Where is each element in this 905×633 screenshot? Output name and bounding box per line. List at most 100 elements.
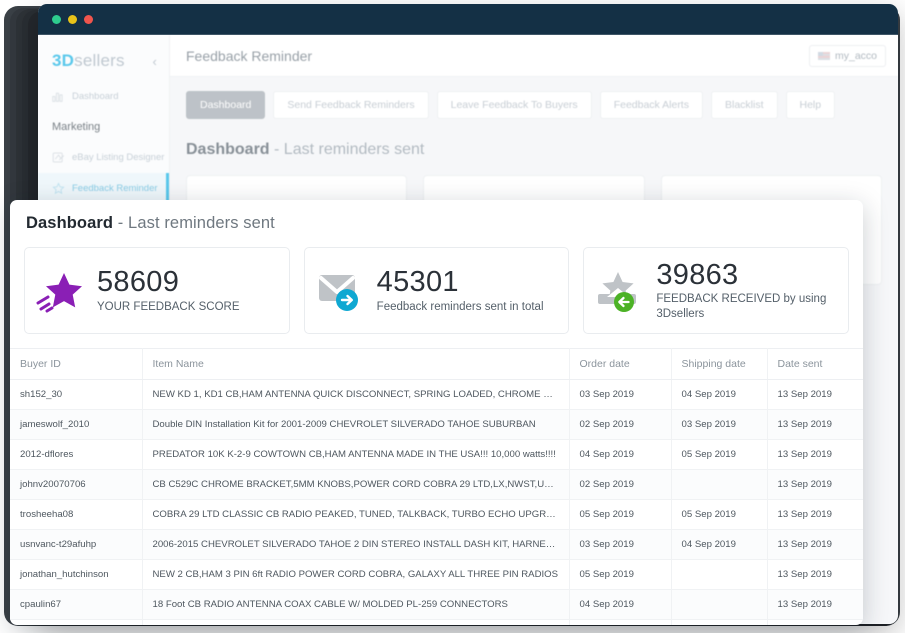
brand-light: sellers (74, 51, 125, 70)
table-row[interactable]: sh152_30 NEW KD 1, KD1 CB,HAM ANTENNA QU… (10, 379, 863, 411)
sidebar-item-label: Feedback Reminder (72, 183, 158, 194)
stat-label: YOUR FEEDBACK SCORE (97, 300, 240, 313)
cell-item-name: CB RADIO 2 FIRESTIK FL3 3FT BLACK ANTENN… (142, 619, 570, 625)
cell-date-sent: 13 Sep 2019 (767, 379, 863, 411)
cell-date-sent: 13 Sep 2019 (767, 529, 863, 561)
cell-buyer-id: jameswolf_2010 (10, 409, 143, 441)
column-header-date-sent[interactable]: Date sent (767, 348, 863, 381)
account-label: my_acco (834, 49, 877, 62)
cell-buyer-id: jonathan_hutchinson (10, 559, 143, 591)
panel-heading-bold: Dashboard (26, 214, 114, 232)
panel-heading: Dashboard - Last reminders sent (10, 200, 863, 233)
table-row[interactable]: 2012-dflores PREDATOR 10K K-2-9 COWTOWN … (10, 439, 863, 471)
cell-date-sent: 13 Sep 2019 (767, 409, 863, 441)
tab-dashboard[interactable]: Dashboard (186, 91, 266, 119)
window-maximize-dot[interactable] (68, 15, 77, 24)
bar-chart-icon (52, 92, 63, 102)
column-header-order-date[interactable]: Order date (569, 348, 672, 381)
cell-shipping-date: 04 Sep 2019 (671, 529, 768, 561)
table-header-row: Buyer ID Item Name Order date Shipping d… (10, 348, 863, 381)
brand-bold: 3D (52, 51, 75, 70)
stat-card-feedback-received: 39863 FEEDBACK RECEIVED by using 3Dselle… (583, 247, 850, 335)
tab-blacklist[interactable]: Blacklist (710, 91, 778, 119)
cell-item-name: CB C529C CHROME BRACKET,5MM KNOBS,POWER … (142, 469, 570, 501)
table-row[interactable]: jameswolf_2010 Double DIN Installation K… (10, 409, 863, 441)
cell-item-name: 2006-2015 CHEVROLET SILVERADO TAHOE 2 DI… (142, 529, 570, 561)
chevron-left-icon[interactable]: ‹ (152, 54, 157, 69)
stat-value: 39863 (656, 259, 739, 291)
cell-order-date: 05 Sep 2019 (569, 499, 672, 531)
tab-bar: Dashboard Send Feedback Reminders Leave … (170, 77, 898, 119)
cell-order-date: 04 Sep 2019 (569, 589, 672, 621)
cell-item-name: Double DIN Installation Kit for 2001-200… (142, 409, 570, 441)
cell-buyer-id: haycro63 (10, 619, 143, 625)
stat-value: 45301 (376, 266, 459, 299)
cell-shipping-date: 05 Sep 2019 (671, 439, 768, 471)
sidebar-item-ebay-listing-designer[interactable]: eBay Listing Designer (38, 142, 169, 173)
sidebar-item-label: Dashboard (72, 91, 119, 102)
sidebar-section-marketing: Marketing (38, 112, 169, 142)
table-row[interactable]: usnvanc-t29afuhp 2006-2015 CHEVROLET SIL… (10, 529, 863, 561)
cell-item-name: COBRA 29 LTD CLASSIC CB RADIO PEAKED, TU… (142, 499, 570, 531)
column-header-item-name[interactable]: Item Name (142, 348, 570, 381)
table-row[interactable]: cpaulin67 18 Foot CB RADIO ANTENNA COAX … (10, 589, 863, 621)
cell-date-sent: 13 Sep 2019 (767, 499, 863, 531)
account-selector[interactable]: my_acco (808, 44, 886, 67)
cell-buyer-id: usnvanc-t29afuhp (10, 529, 143, 561)
window-close-dot[interactable] (84, 15, 93, 24)
cell-order-date: 04 Sep 2019 (569, 439, 672, 471)
tab-leave-feedback-to-buyers[interactable]: Leave Feedback To Buyers (436, 91, 592, 119)
cell-order-date: 28 Aug 2019 (569, 619, 672, 625)
stat-card-feedback-score: 58609 YOUR FEEDBACK SCORE (24, 247, 290, 335)
cell-order-date: 03 Sep 2019 (569, 529, 672, 561)
table-row[interactable]: trosheeha08 COBRA 29 LTD CLASSIC CB RADI… (10, 499, 863, 531)
page-title: Feedback Reminder (186, 47, 313, 64)
envelope-sent-icon (315, 267, 367, 315)
cell-shipping-date (671, 469, 768, 501)
background-heading-rest: - Last reminders sent (269, 141, 425, 158)
background-heading-bold: Dashboard (186, 141, 270, 158)
stat-value: 58609 (97, 266, 180, 299)
browser-titlebar (38, 4, 898, 35)
reminders-table: Buyer ID Item Name Order date Shipping d… (10, 348, 863, 625)
dashboard-panel: Dashboard - Last reminders sent 58609 YO… (10, 200, 863, 625)
stat-card-row: 58609 YOUR FEEDBACK SCORE 45301 Feedback… (10, 233, 863, 335)
cell-shipping-date (671, 589, 768, 621)
cell-shipping-date: 04 Sep 2019 (671, 379, 768, 411)
feedback-received-icon (594, 267, 646, 315)
tab-send-feedback-reminders[interactable]: Send Feedback Reminders (273, 91, 429, 119)
column-header-shipping-date[interactable]: Shipping date (671, 348, 768, 381)
cell-shipping-date: 05 Sep 2019 (671, 499, 768, 531)
table-body: sh152_30 NEW KD 1, KD1 CB,HAM ANTENNA QU… (10, 379, 863, 625)
tab-feedback-alerts[interactable]: Feedback Alerts (599, 91, 703, 119)
cell-item-name: NEW 2 CB,HAM 3 PIN 6ft RADIO POWER CORD … (142, 559, 570, 591)
shooting-star-icon (35, 267, 87, 315)
cell-item-name: PREDATOR 10K K-2-9 COWTOWN CB,HAM ANTENN… (142, 439, 570, 471)
cell-order-date: 05 Sep 2019 (569, 559, 672, 591)
cell-shipping-date: 03 Sep 2019 (671, 409, 768, 441)
cell-date-sent: 13 Sep 2019 (767, 619, 863, 625)
tab-help[interactable]: Help (785, 91, 836, 119)
table-row[interactable]: jonathan_hutchinson NEW 2 CB,HAM 3 PIN 6… (10, 559, 863, 591)
table-row[interactable]: johnv20070706 CB C529C CHROME BRACKET,5M… (10, 469, 863, 501)
column-header-buyer-id[interactable]: Buyer ID (10, 348, 143, 381)
cell-date-sent: 13 Sep 2019 (767, 589, 863, 621)
stat-card-reminders-sent: 45301 Feedback reminders sent in total (303, 247, 570, 335)
table-row[interactable]: haycro63 CB RADIO 2 FIRESTIK FL3 3FT BLA… (10, 619, 863, 625)
cell-buyer-id: sh152_30 (10, 379, 143, 411)
cell-shipping-date (671, 559, 768, 591)
stat-label: FEEDBACK RECEIVED by using 3Dsellers (656, 293, 827, 320)
brand-logo[interactable]: 3Dsellers ‹ (38, 41, 169, 81)
window-minimize-dot[interactable] (52, 15, 61, 24)
cell-date-sent: 13 Sep 2019 (767, 469, 863, 501)
sidebar-item-dashboard[interactable]: Dashboard (38, 81, 169, 112)
cell-order-date: 02 Sep 2019 (569, 409, 672, 441)
cell-buyer-id: 2012-dflores (10, 439, 143, 471)
stage: 3Dsellers ‹ Dashboard Marketing eBay Lis… (0, 0, 905, 633)
panel-heading-rest: - Last reminders sent (113, 214, 275, 232)
app-topbar: Feedback Reminder my_acco (170, 35, 898, 77)
sidebar-section-label: Marketing (52, 121, 101, 133)
cell-buyer-id: trosheeha08 (10, 499, 143, 531)
cell-buyer-id: johnv20070706 (10, 469, 143, 501)
cell-buyer-id: cpaulin67 (10, 589, 143, 621)
